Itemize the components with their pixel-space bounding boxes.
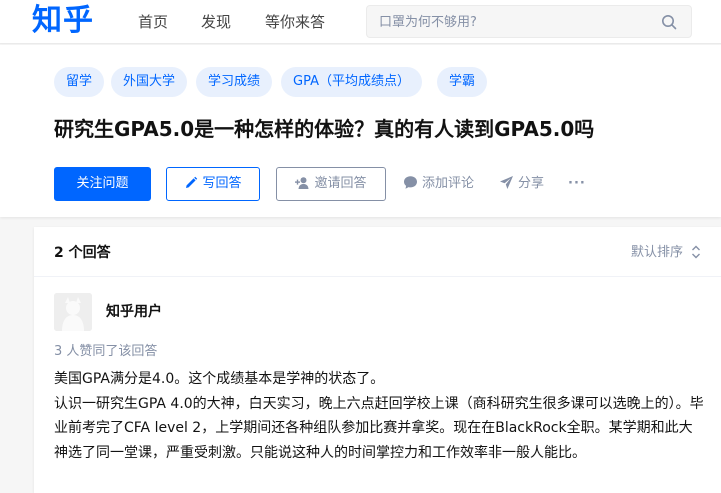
avatar[interactable] [54, 293, 92, 331]
tag-top-student[interactable]: 学霸 [437, 67, 488, 97]
nav-explore[interactable]: 发现 [201, 12, 231, 32]
sort-dropdown[interactable]: 默认排序 [631, 243, 701, 263]
avatar-icon [54, 293, 92, 331]
write-answer-label: 写回答 [202, 176, 242, 191]
tag-gpa[interactable]: GPA（平均成绩点） [281, 67, 422, 97]
add-user-icon [295, 177, 309, 189]
share-icon [500, 176, 513, 189]
invite-answer-label: 邀请回答 [314, 176, 367, 191]
add-comment-label: 添加评论 [422, 176, 475, 191]
pencil-icon [186, 176, 198, 188]
answer-paragraph: 美国GPA满分是4.0。这个成绩基本是学神的状态了。 [54, 371, 385, 387]
nav-home[interactable]: 首页 [138, 12, 168, 32]
share-button[interactable]: 分享 [499, 175, 544, 193]
answers-card-header: 2 个回答 默认排序 [34, 227, 721, 277]
sort-icon [692, 245, 700, 259]
answer-paragraph: 认识一研究生GPA 4.0的大神，白天实习，晚上六点赶回学校上课（商科研究生很多… [54, 395, 704, 461]
zhihu-logo[interactable]: 知乎 [32, 2, 94, 40]
search-box[interactable] [366, 5, 692, 38]
answer-content: 美国GPA满分是4.0。这个成绩基本是学神的状态了。 认识一研究生GPA 4.0… [54, 367, 704, 465]
follow-question-label: 关注问题 [76, 176, 129, 191]
author-name[interactable]: 知乎用户 [106, 302, 162, 322]
top-nav-bar: 知乎 首页 发现 等你来答 [0, 0, 721, 44]
search-icon[interactable] [661, 14, 677, 30]
tag-academic-performance[interactable]: 学习成绩 [196, 67, 273, 97]
share-label: 分享 [518, 176, 545, 191]
search-input[interactable] [379, 12, 649, 32]
add-comment-button[interactable]: 添加评论 [403, 175, 474, 193]
vote-count: 3 人赞同了该回答 [54, 344, 158, 359]
tag-study-abroad[interactable]: 留学 [54, 67, 105, 97]
question-header: 留学 外国大学 学习成绩 GPA（平均成绩点） 学霸 研究生GPA5.0是一种怎… [0, 45, 721, 217]
follow-question-button[interactable]: 关注问题 [54, 167, 151, 201]
nav-waiting-answers[interactable]: 等你来答 [265, 12, 325, 32]
sort-label: 默认排序 [630, 245, 683, 260]
question-title: 研究生GPA5.0是一种怎样的体验？真的有人读到GPA5.0吗 [54, 117, 595, 141]
invite-answer-button[interactable]: 邀请回答 [276, 167, 386, 201]
answer-count: 2 个回答 [54, 245, 111, 261]
comment-icon [404, 176, 417, 189]
more-options-button[interactable]: ··· [568, 175, 586, 193]
write-answer-button[interactable]: 写回答 [166, 167, 260, 201]
tag-foreign-university[interactable]: 外国大学 [111, 67, 188, 97]
answers-card: 2 个回答 默认排序 知乎用户 3 人赞同了该回答 美国GPA满分是4.0。这个… [34, 227, 721, 493]
